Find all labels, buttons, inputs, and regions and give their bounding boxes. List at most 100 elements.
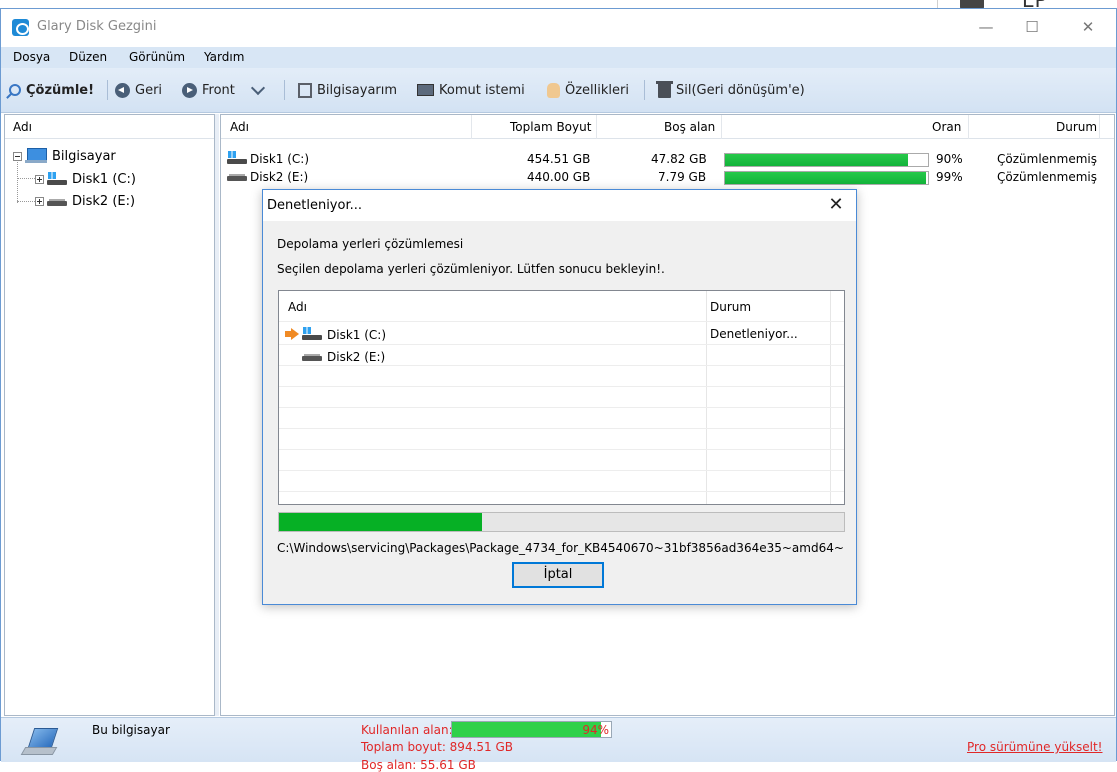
list-item-label: Disk2 (E:) [327,350,386,364]
used-space-bar: 94% [451,721,612,738]
list-status-header[interactable]: Durum [710,300,751,314]
maximize-button[interactable]: ☐ [1009,13,1055,41]
tree-item-disk2[interactable]: Disk2 (E:) [35,192,135,210]
used-space-fill [452,722,602,737]
recycle-button[interactable]: Sil(Geri dönüşüm'e) [656,80,805,100]
my-computer-button[interactable]: Bilgisayarım [298,80,397,100]
drive-icon [302,349,322,363]
scan-progress-bar [278,512,845,532]
column-ratio-header[interactable]: Oran [932,120,961,134]
list-item-name-cell: Disk2 (E:) [302,349,385,364]
list-item[interactable]: Disk2 (E:) [279,347,844,365]
command-prompt-button[interactable]: Komut istemi [417,80,525,100]
tree-item-disk1[interactable]: Disk1 (C:) [35,170,136,188]
app-logo-icon [12,19,29,36]
scan-progress-fill [279,513,483,531]
forward-button[interactable]: Front [182,80,235,100]
cancel-button[interactable]: İptal [512,562,604,588]
search-icon [9,84,21,96]
window-title: Glary Disk Gezgini [37,19,157,34]
analyze-button[interactable]: Çözümle! [9,80,94,100]
back-arrow-icon [115,82,130,98]
column-status-header[interactable]: Durum [1056,120,1097,134]
usage-fill [725,172,926,184]
free-space-text: Boş alan: 55.61 GB [361,758,476,772]
minimize-button[interactable]: — [963,13,1009,41]
upgrade-link[interactable]: Pro sürümüne yükselt! [967,740,1103,754]
forward-label: Front [202,82,235,98]
analyze-label: Çözümle! [26,82,95,98]
usage-bar [724,171,929,185]
tree-item-computer[interactable]: Bilgisayar [13,147,116,165]
cell-ratio: 99% [936,170,963,184]
column-name-header[interactable]: Adı [230,120,249,134]
drive-icon [227,169,247,183]
laptop-icon [23,728,59,758]
list-item-name-cell: Disk1 (C:) [285,327,386,342]
column-total-header[interactable]: Toplam Boyut [510,120,591,134]
properties-button[interactable]: Özellikleri [547,80,629,100]
menu-view[interactable]: Görünüm [129,50,185,64]
dialog-close-button[interactable]: ✕ [826,194,846,216]
terminal-icon [417,84,434,96]
expand-toggle[interactable] [35,196,44,206]
cell-free: 47.82 GB [651,152,707,166]
toolbar: Çözümle! Geri Front Bilgisayarım Komut i… [1,68,1116,113]
close-button[interactable]: ✕ [1065,13,1111,41]
windows-drive-icon [227,151,247,165]
computer-name: Bu bilgisayar [92,723,170,737]
table-row[interactable]: Disk1 (C:) 454.51 GB 47.82 GB 90% Çözüml… [221,150,1114,168]
cell-status: Çözümlenmemiş [997,152,1097,166]
list-name-header[interactable]: Adı [288,300,307,314]
column-free-header[interactable]: Boş alan [664,120,715,134]
dialog-title-bar: Denetleniyor... ✕ [263,190,856,221]
table-header: Adı Toplam Boyut Boş alan Oran Durum [221,115,1114,139]
panel-splitter[interactable] [215,114,219,716]
cell-total: 440.00 GB [527,170,591,184]
cell-free: 7.79 GB [658,170,707,184]
usage-fill [725,154,908,166]
properties-label: Özellikleri [565,82,629,98]
dialog-title: Denetleniyor... [267,198,362,213]
trash-icon [656,80,673,98]
windows-drive-icon [47,172,67,186]
folder-tree-panel: Adı Bilgisayar Disk1 (C:) Disk2 (E:) [4,114,215,716]
used-space-label: Kullanılan alan: [361,723,453,737]
app-window: Glary Disk Gezgini — ☐ ✕ Dosya Düzen Gör… [0,8,1117,772]
scan-progress-dialog: Denetleniyor... ✕ Depolama yerleri çözüm… [262,189,857,605]
expand-toggle[interactable] [35,174,44,184]
list-item-label: Disk1 (C:) [327,328,387,342]
used-space-percent: 94% [582,723,609,737]
computer-icon [298,82,312,98]
menu-bar: Dosya Düzen Görünüm Yardım [1,47,1116,68]
command-prompt-label: Komut istemi [439,82,525,98]
cell-name: Disk1 (C:) [250,152,310,166]
tree-header: Adı [5,115,214,139]
menu-help[interactable]: Yardım [204,50,244,64]
tree-item-label: Disk1 (C:) [72,171,136,187]
forward-arrow-icon [182,82,197,98]
cell-total: 454.51 GB [527,152,591,166]
back-label: Geri [135,82,163,98]
cell-name: Disk2 (E:) [250,170,309,184]
current-file-path: C:\Windows\servicing\Packages\Package_47… [277,541,844,555]
computer-icon [25,148,47,164]
recycle-label: Sil(Geri dönüşüm'e) [676,82,805,98]
hand-icon [547,82,560,98]
back-button[interactable]: Geri [115,80,162,100]
table-row[interactable]: Disk2 (E:) 440.00 GB 7.79 GB 99% Çözümle… [221,168,1114,186]
tree-item-label: Disk2 (E:) [72,193,136,209]
status-bar: Bu bilgisayar Kullanılan alan: 94% Topla… [1,717,1116,772]
tree-item-label: Bilgisayar [52,148,116,164]
scan-items-list: Adı Durum Disk1 (C:) Denetleniyor... Dis… [278,290,845,505]
title-bar: Glary Disk Gezgini — ☐ ✕ [1,9,1116,47]
drive-icon [47,194,67,208]
windows-drive-icon [302,327,322,341]
usage-bar [724,153,929,167]
collapse-toggle[interactable] [13,151,22,161]
menu-edit[interactable]: Düzen [69,50,107,64]
list-item[interactable]: Disk1 (C:) Denetleniyor... [279,325,844,343]
list-item-status: Denetleniyor... [710,327,798,341]
history-dropdown-button[interactable] [250,80,268,100]
menu-file[interactable]: Dosya [13,50,50,64]
